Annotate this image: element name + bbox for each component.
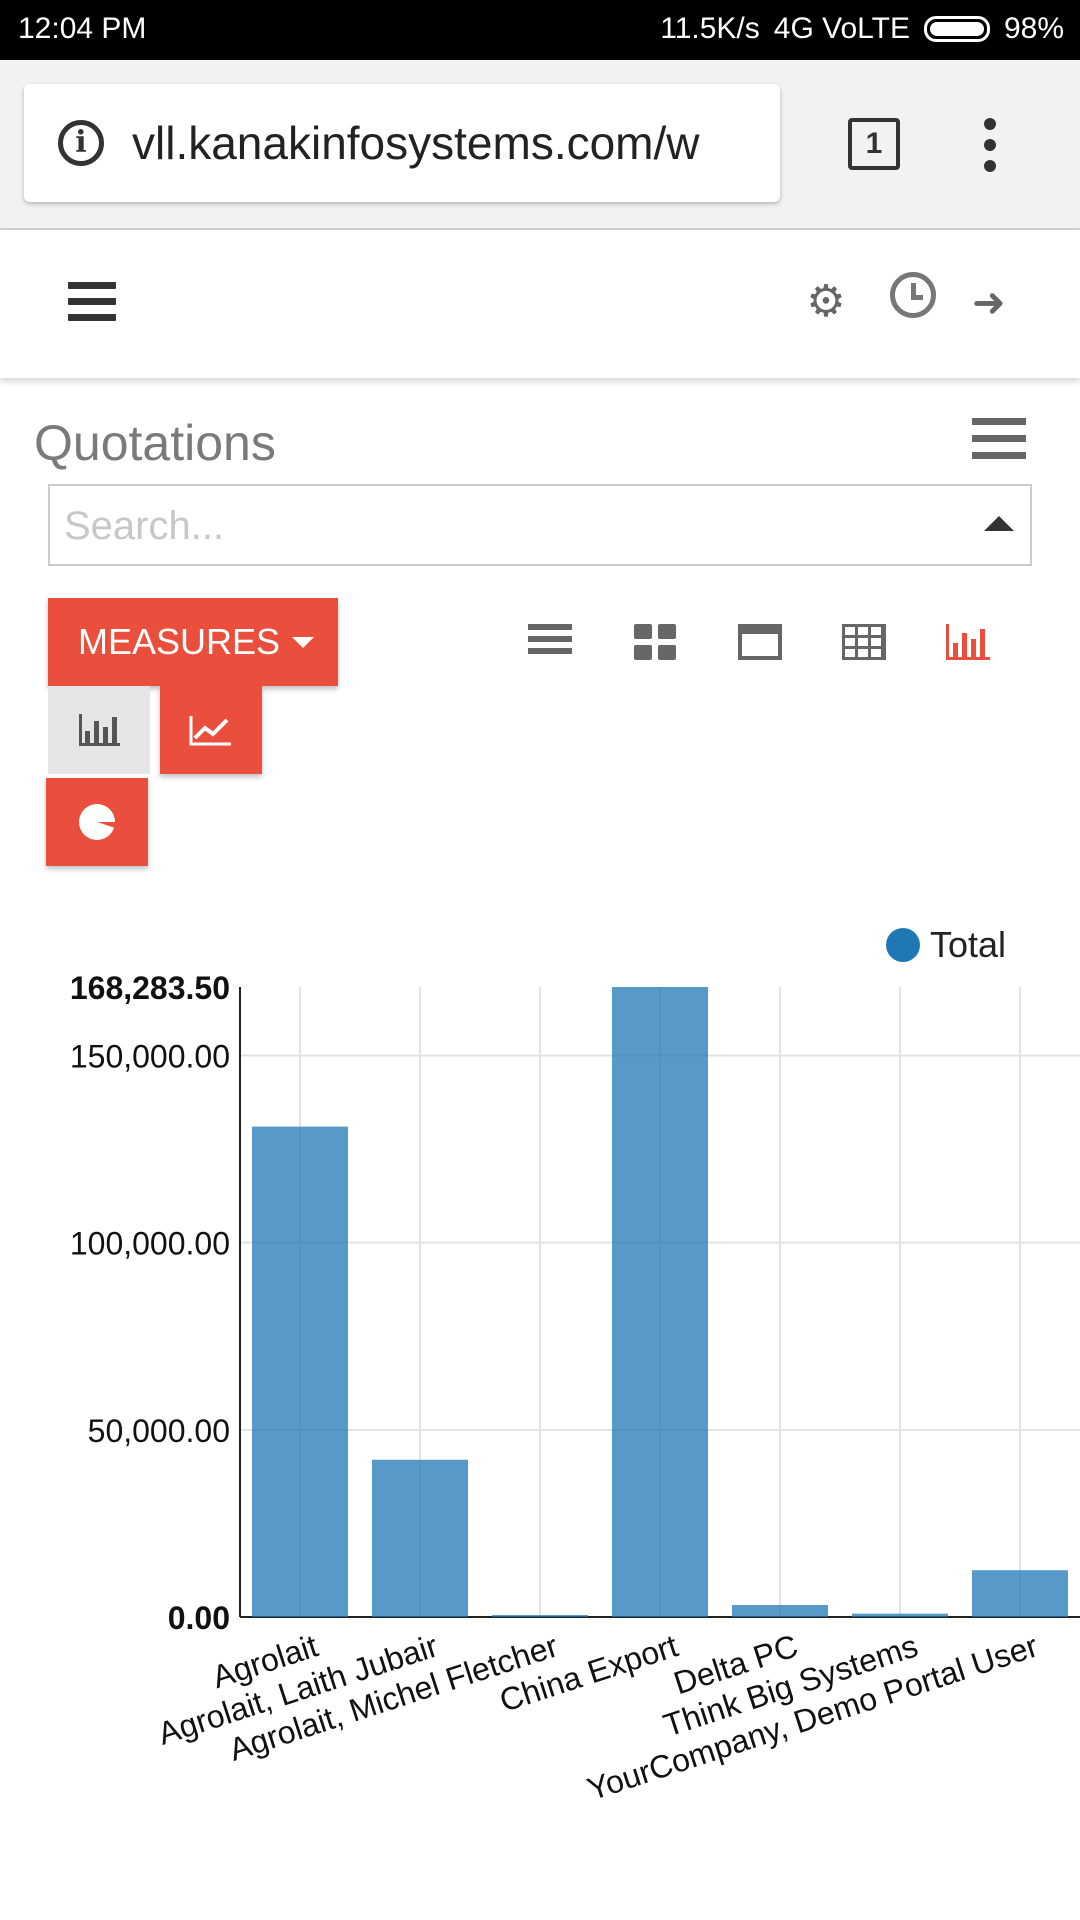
line-chart-mode-button[interactable] <box>160 686 262 774</box>
filter-menu-icon[interactable] <box>972 418 1026 469</box>
bar-chart-mode-button[interactable] <box>48 686 150 774</box>
sign-out-icon[interactable]: ➜ <box>972 280 1006 326</box>
bar <box>252 1126 348 1617</box>
network-type: 4G VoLTE <box>773 12 910 45</box>
activity-clock-icon[interactable] <box>890 272 936 318</box>
address-bar[interactable]: i vll.kanakinfosystems.com/w <box>24 84 780 202</box>
info-icon[interactable]: i <box>58 120 104 166</box>
search-box <box>48 484 1032 566</box>
bar <box>612 987 708 1617</box>
search-options-toggle-icon[interactable] <box>984 516 1014 531</box>
pivot-view-icon[interactable] <box>842 624 886 660</box>
search-input[interactable] <box>50 486 946 566</box>
caret-down-icon <box>292 636 315 648</box>
graph-view-icon[interactable] <box>946 624 990 660</box>
settings-icon[interactable]: ⚙ <box>806 280 846 324</box>
calendar-view-icon[interactable] <box>738 624 782 660</box>
page-title: Quotations <box>34 415 276 471</box>
kanban-view-icon[interactable] <box>634 624 678 660</box>
legend-swatch <box>886 928 920 962</box>
bar <box>972 1570 1068 1617</box>
list-view-icon[interactable] <box>528 624 572 660</box>
pie-chart-icon <box>79 804 115 840</box>
y-tick-label: 100,000.00 <box>70 1226 230 1262</box>
y-tick-label: 50,000.00 <box>88 1413 230 1449</box>
bar <box>372 1459 468 1617</box>
bar <box>732 1605 828 1617</box>
y-tick-label: 150,000.00 <box>70 1038 230 1074</box>
tab-switcher-button[interactable]: 1 <box>848 118 900 170</box>
browser-menu-icon[interactable] <box>984 118 998 172</box>
app-header: ⚙ ➜ <box>0 230 1080 378</box>
main-menu-icon[interactable] <box>68 282 116 330</box>
network-speed: 11.5K/s <box>660 12 760 45</box>
bar-chart: 0.00 50,000.00 100,000.00 150,000.00 168,283… <box>70 970 1080 1807</box>
battery-icon <box>923 16 990 42</box>
status-indicators: 11.5K/s 4G VoLTE 98% <box>660 12 1064 46</box>
url-text[interactable]: vll.kanakinfosystems.com/w <box>132 116 772 170</box>
bar-chart-icon <box>78 714 120 746</box>
y-tick-label: 0.00 <box>168 1600 230 1636</box>
pie-chart-mode-button[interactable] <box>46 778 148 866</box>
status-bar: 12:04 PM 11.5K/s 4G VoLTE 98% <box>0 0 1080 60</box>
status-time: 12:04 PM <box>18 12 147 45</box>
bar <box>852 1613 948 1617</box>
line-chart-icon <box>189 716 231 746</box>
battery-level: 98% <box>1003 12 1064 45</box>
measures-button[interactable]: MEASURES <box>48 598 338 686</box>
y-tick-label: 168,283.50 <box>70 970 230 1006</box>
browser-toolbar: i vll.kanakinfosystems.com/w 1 <box>0 60 1080 230</box>
bar <box>492 1615 588 1617</box>
measures-label: MEASURES <box>78 621 281 662</box>
